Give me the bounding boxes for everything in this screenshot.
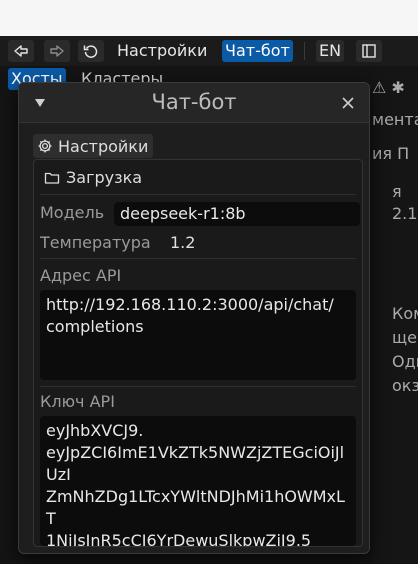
gear-icon [38,139,52,153]
sidebar-icon [362,44,376,58]
settings-section-header[interactable]: Настройки [33,134,154,158]
toolbar-divider [304,42,305,60]
close-icon[interactable] [341,96,355,110]
model-label: Модель [40,203,105,222]
api-key-field[interactable]: eyJhbXVCJ9. eyJpZCI6ImE1VkZTk5NWZjZTEGci… [40,416,356,546]
language-button[interactable]: EN [316,40,345,62]
chatbot-window: Чат-бот Настройки Загрузка Модель deepse… [18,82,370,554]
tab-chatbot[interactable]: Чат-бот [222,40,293,62]
window-top-strip [0,0,418,36]
tab-settings[interactable]: Настройки [114,40,210,62]
divider [40,258,356,259]
bg-text-fragment: я [392,182,402,201]
bg-text-fragment: окз [392,376,418,395]
background-right-column: ⚠ ✱ мента ия П я 2.1 Ком ще Оди окз [372,70,418,564]
bg-text-fragment: мента [372,110,418,129]
load-header-label: Загрузка [66,168,143,187]
warning-icon: ⚠ ✱ [372,78,405,97]
api-url-field[interactable]: http://192.168.110.2:3000/api/chat/ comp… [40,290,356,380]
settings-panel: Загрузка Модель deepseek-r1:8b Температу… [33,159,363,547]
arrow-right-icon [50,45,64,57]
temperature-value[interactable]: 1.2 [170,233,195,252]
toolbar: Настройки Чат-бот EN [0,36,418,66]
temperature-label: Температура [40,233,151,252]
bg-text-fragment: ия П [372,144,410,163]
reload-button[interactable] [78,40,104,62]
arrow-left-icon [14,45,28,57]
api-key-label: Ключ API [40,392,115,411]
window-titlebar[interactable]: Чат-бот [19,83,369,123]
sidebar-toggle-button[interactable] [356,40,382,62]
window-title: Чат-бот [151,90,237,114]
load-section-header[interactable]: Загрузка [44,168,142,187]
divider [40,194,356,195]
bg-text-fragment: Оди [392,352,418,371]
api-url-label: Адрес API [40,266,122,285]
bg-text-fragment: ще [392,328,417,347]
forward-button[interactable] [44,40,70,62]
back-button[interactable] [8,40,34,62]
reload-icon [83,45,98,58]
folder-icon [44,172,60,184]
model-field[interactable]: deepseek-r1:8b [114,202,360,226]
bg-text-fragment: 2.1 [392,204,418,223]
settings-header-label: Настройки [58,136,149,156]
bg-text-fragment: Ком [392,304,418,323]
divider [40,386,356,387]
